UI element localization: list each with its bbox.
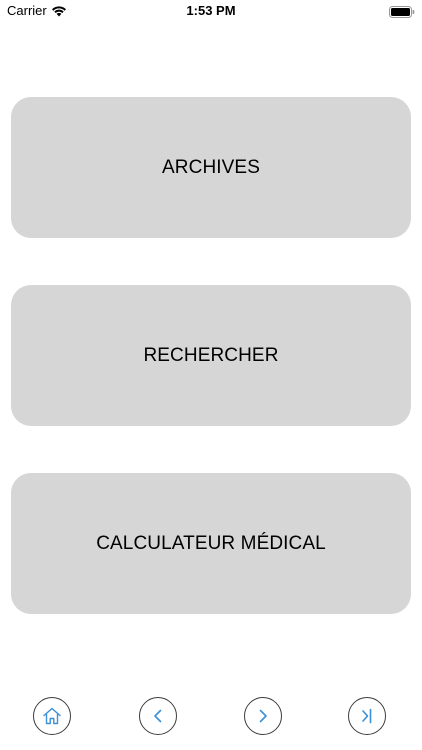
forward-button[interactable]: [244, 697, 282, 735]
archives-button[interactable]: ARCHIVES: [11, 97, 411, 238]
medical-calculator-button-label: CALCULATEUR MÉDICAL: [96, 532, 326, 554]
battery-icon: [389, 5, 415, 18]
skip-to-end-button[interactable]: [348, 697, 386, 735]
chevron-left-icon: [154, 709, 162, 723]
home-icon: [43, 707, 61, 725]
search-button-label: RECHERCHER: [143, 344, 279, 366]
bottom-toolbar: [0, 692, 422, 750]
back-button[interactable]: [139, 697, 177, 735]
main-menu: ARCHIVES RECHERCHER CALCULATEUR MÉDICAL: [11, 97, 411, 661]
medical-calculator-button[interactable]: CALCULATEUR MÉDICAL: [11, 473, 411, 614]
status-time: 1:53 PM: [186, 3, 236, 18]
chevron-right-icon: [259, 709, 267, 723]
archives-button-label: ARCHIVES: [162, 156, 260, 178]
status-bar: Carrier 1:53 PM: [0, 0, 422, 24]
search-button[interactable]: RECHERCHER: [11, 285, 411, 426]
skip-to-end-icon: [362, 708, 372, 724]
home-button[interactable]: [33, 697, 71, 735]
